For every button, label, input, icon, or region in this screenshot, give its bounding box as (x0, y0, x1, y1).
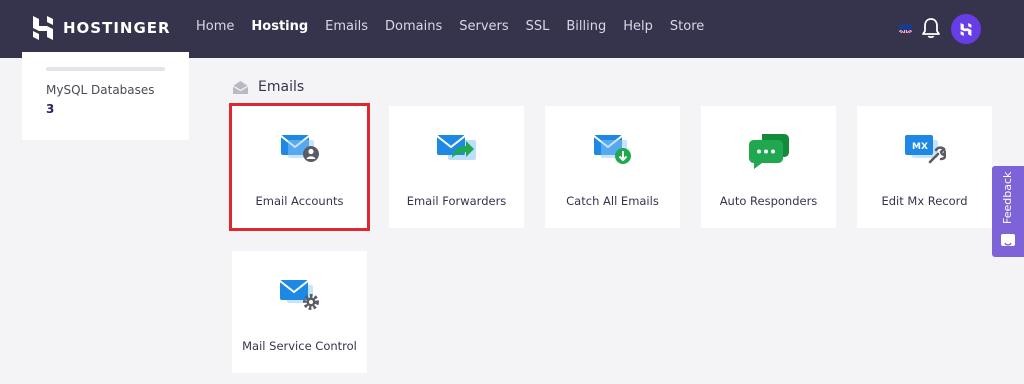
emails-section-header: Emails (232, 79, 304, 95)
envelope-open-icon (232, 80, 249, 94)
nav-servers[interactable]: Servers (459, 19, 508, 34)
feedback-label: Feedback (1001, 171, 1014, 224)
nav-help[interactable]: Help (623, 19, 653, 34)
tile-label: Email Forwarders (406, 194, 507, 208)
tile-email-accounts[interactable]: Email Accounts (229, 103, 370, 231)
top-bar: HOSTINGER Home Hosting Emails Domains Se… (0, 0, 1024, 58)
avatar-icon[interactable] (951, 14, 981, 44)
tile-label: Email Accounts (255, 194, 344, 208)
feedback-smile-icon (1001, 234, 1015, 246)
tile-label: Mail Service Control (242, 339, 357, 353)
brand-name: HOSTINGER (63, 19, 171, 37)
brand-logo[interactable]: HOSTINGER (32, 16, 171, 40)
uk-flag-icon[interactable] (899, 24, 912, 33)
svg-text:MX: MX (912, 142, 928, 152)
hostinger-logo-icon (33, 16, 53, 40)
tile-auto-responders[interactable]: Auto Responders (701, 106, 836, 228)
section-title: Emails (258, 79, 305, 95)
tile-mail-service-control[interactable]: Mail Service Control (232, 251, 367, 373)
tile-catch-all-emails[interactable]: Catch All Emails (545, 106, 680, 228)
nav-domains[interactable]: Domains (385, 19, 442, 34)
nav-ssl[interactable]: SSL (526, 19, 550, 34)
bell-icon[interactable] (921, 17, 941, 43)
usage-progress-bar (46, 67, 165, 71)
tile-email-forwarders[interactable]: Email Forwarders (389, 106, 524, 228)
nav-store[interactable]: Store (670, 19, 704, 34)
nav-home[interactable]: Home (196, 19, 234, 34)
tile-label: Auto Responders (719, 194, 818, 208)
mail-service-control-icon (278, 280, 319, 310)
nav-billing[interactable]: Billing (566, 19, 606, 34)
email-forwarders-icon (435, 135, 476, 160)
tile-label: Catch All Emails (566, 194, 659, 208)
email-accounts-icon (279, 135, 319, 162)
feedback-tab[interactable]: Feedback (992, 166, 1024, 257)
auto-responders-icon (748, 134, 789, 169)
mysql-databases-value: 3 (46, 102, 55, 116)
resource-usage-card: MySQL Databases 3 (22, 52, 189, 140)
main-nav: Home Hosting Emails Domains Servers SSL … (196, 19, 721, 34)
edit-mx-record-icon: MX (904, 135, 946, 164)
catch-all-emails-icon (592, 135, 631, 164)
nav-hosting[interactable]: Hosting (251, 19, 308, 34)
tile-edit-mx-record[interactable]: MX Edit Mx Record (857, 106, 992, 228)
mysql-databases-label: MySQL Databases (46, 83, 155, 97)
nav-emails[interactable]: Emails (325, 19, 368, 34)
tile-label: Edit Mx Record (881, 194, 968, 208)
